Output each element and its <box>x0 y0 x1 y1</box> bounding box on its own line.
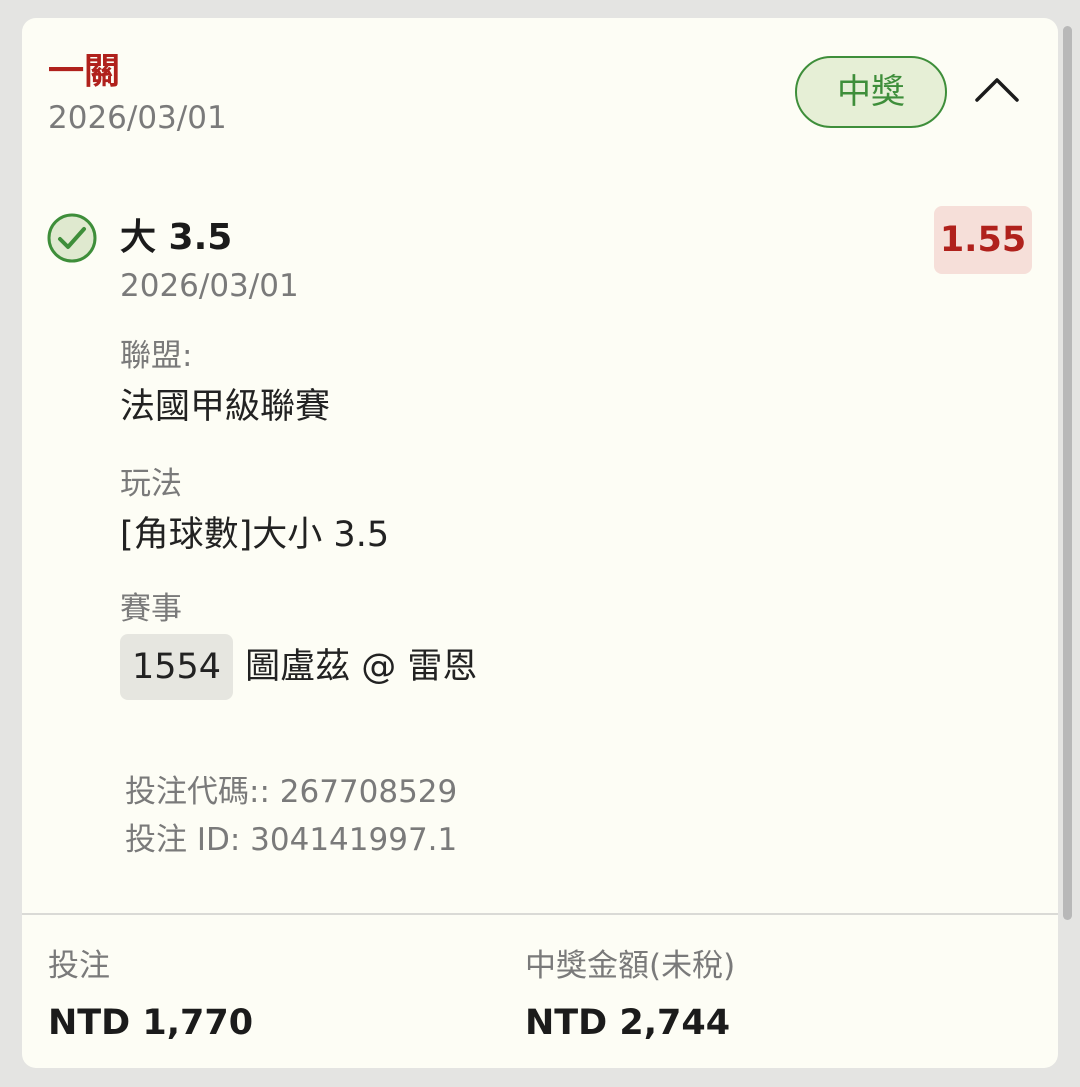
bet-type-title: 一關 <box>48 51 121 92</box>
chevron-up-icon[interactable] <box>972 68 1022 108</box>
payout-value: NTD 2,744 <box>525 1003 731 1043</box>
stake-label: 投注 <box>48 948 110 984</box>
selection-name: 大 3.5 <box>120 217 233 258</box>
match-number: 1554 <box>120 634 234 700</box>
bet-card: 一關 2026/03/01 中獎 大 3.5 1.55 2026/03/01 聯… <box>22 18 1058 1068</box>
event-label: 賽事 <box>120 591 182 627</box>
bet-id: 投注 ID: 304141997.1 <box>125 822 458 858</box>
payout-label: 中獎金額(未稅) <box>525 948 736 984</box>
market-value: [角球數]大小 3.5 <box>120 515 390 555</box>
status-badge: 中獎 <box>795 56 947 128</box>
league-label: 聯盟: <box>120 338 193 374</box>
league-value: 法國甲級聯賽 <box>120 387 331 427</box>
odds-value: 1.55 <box>934 206 1032 274</box>
check-circle-icon <box>47 213 97 263</box>
match-teams: 圖盧茲 @ 雷恩 <box>245 647 478 687</box>
event-row: 1554 圖盧茲 @ 雷恩 <box>120 634 477 700</box>
divider <box>22 913 1058 915</box>
scrollbar[interactable] <box>1063 26 1072 920</box>
market-label: 玩法 <box>120 466 182 502</box>
stake-value: NTD 1,770 <box>48 1003 254 1043</box>
bet-code: 投注代碼:: 267708529 <box>125 774 458 810</box>
selection-date: 2026/03/01 <box>120 268 299 304</box>
bet-date: 2026/03/01 <box>48 100 227 136</box>
